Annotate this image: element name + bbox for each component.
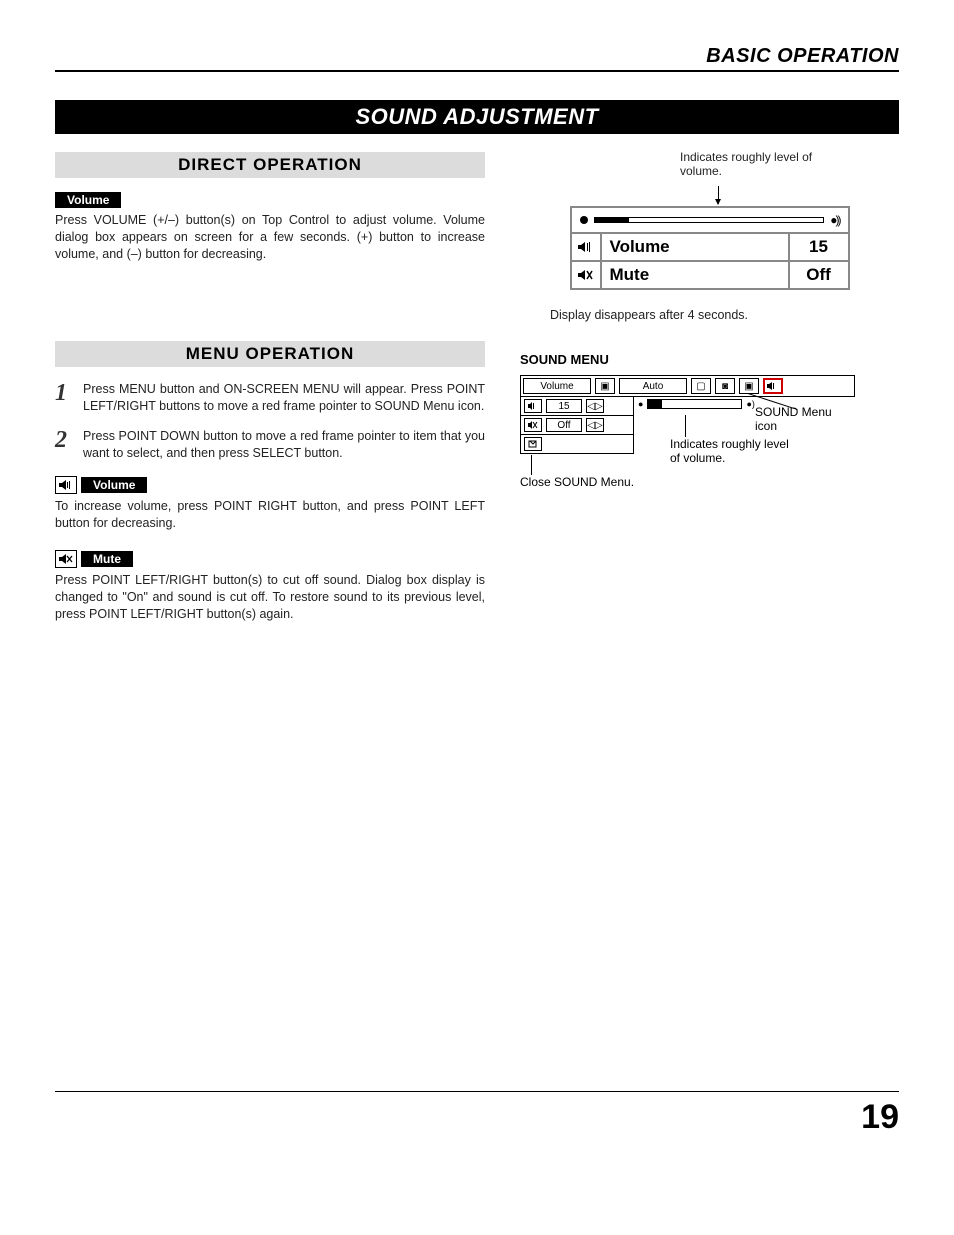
- step-number-2: 2: [55, 428, 73, 452]
- page-number: 19: [55, 1098, 899, 1137]
- callout-line-bar: [685, 415, 686, 437]
- footer-rule: [55, 1091, 899, 1092]
- bar-dot-icon: [580, 216, 588, 224]
- mute-icon-tag: Mute: [55, 550, 485, 568]
- volume-bar: [594, 217, 825, 223]
- topbar-volume-label: Volume: [523, 378, 591, 394]
- step-1: 1 Press MENU button and ON-SCREEN MENU w…: [55, 381, 485, 415]
- row-mute-arrows-icon: ◁▷: [586, 418, 604, 432]
- volume-osd: ●)) Volume 15 Mute Off: [570, 206, 850, 290]
- section-header: BASIC OPERATION: [55, 45, 899, 70]
- osd-annotation-top: Indicates roughly level of volume.: [680, 150, 840, 179]
- speaker-waves-icon: ●)): [830, 213, 839, 227]
- right-column: Indicates roughly level of volume. ●)) V…: [520, 152, 899, 641]
- volume-icon-tag: Volume: [55, 476, 485, 494]
- topbar-icon-2: ◙: [715, 378, 735, 394]
- step-1-text: Press MENU button and ON-SCREEN MENU wil…: [83, 381, 485, 415]
- step-2: 2 Press POINT DOWN button to move a red …: [55, 428, 485, 462]
- row-volume-arrows-icon: ◁▷: [586, 399, 604, 413]
- mini-speaker-icon: ●): [746, 399, 754, 409]
- osd-mute-value: Off: [788, 262, 848, 288]
- osd-note: Display disappears after 4 seconds.: [550, 308, 899, 322]
- direct-operation-heading: DIRECT OPERATION: [55, 152, 485, 178]
- callout-sound-menu-icon: SOUND Menu icon: [755, 405, 855, 434]
- osd-volume-value: 15: [788, 234, 848, 260]
- sound-menu-heading: SOUND MENU: [520, 352, 899, 367]
- osd-mute-label: Mute: [602, 262, 788, 288]
- speaker-icon: [55, 476, 77, 494]
- row-mute-icon: [524, 418, 542, 432]
- volume-tag: Volume: [55, 192, 121, 208]
- arrow-down-icon: [718, 186, 719, 204]
- mute-icon: [55, 550, 77, 568]
- menu-volume-tag: Volume: [81, 477, 147, 493]
- mini-dot-icon: ●: [638, 399, 643, 409]
- row-volume-icon: [524, 399, 542, 413]
- row-volume-value: 15: [546, 399, 582, 413]
- osd-volume-label: Volume: [602, 234, 788, 260]
- step-number-1: 1: [55, 381, 73, 405]
- left-column: DIRECT OPERATION Volume Press VOLUME (+/…: [55, 152, 485, 641]
- osd-volume-icon: [572, 234, 602, 260]
- direct-volume-text: Press VOLUME (+/–) button(s) on Top Cont…: [55, 212, 485, 263]
- row-close-icon: [524, 437, 542, 451]
- menu-volume-text: To increase volume, press POINT RIGHT bu…: [55, 498, 485, 532]
- topbar-icon-3: ▣: [739, 378, 759, 394]
- menu-operation-heading: MENU OPERATION: [55, 341, 485, 367]
- page-title: SOUND ADJUSTMENT: [55, 100, 899, 134]
- callout-close: Close SOUND Menu.: [520, 475, 634, 489]
- topbar-icon-1: ▢: [691, 378, 711, 394]
- osd-mute-icon: [572, 262, 602, 288]
- menu-mute-tag: Mute: [81, 551, 133, 567]
- menu-mute-text: Press POINT LEFT/RIGHT button(s) to cut …: [55, 572, 485, 623]
- topbar-sep-icon: ▣: [595, 378, 615, 394]
- topbar-auto-label: Auto: [619, 378, 687, 394]
- callout-line-close: [531, 455, 532, 475]
- sound-menu-icon: [763, 378, 783, 394]
- callout-volume-bar: Indicates roughly level of volume.: [670, 437, 790, 466]
- header-rule: [55, 70, 899, 72]
- row-mute-value: Off: [546, 418, 582, 432]
- mini-volume-bar: [647, 399, 742, 409]
- sound-menu-screenshot: Volume ▣ Auto ▢ ◙ ▣ 15 ◁▷: [520, 375, 855, 454]
- step-2-text: Press POINT DOWN button to move a red fr…: [83, 428, 485, 462]
